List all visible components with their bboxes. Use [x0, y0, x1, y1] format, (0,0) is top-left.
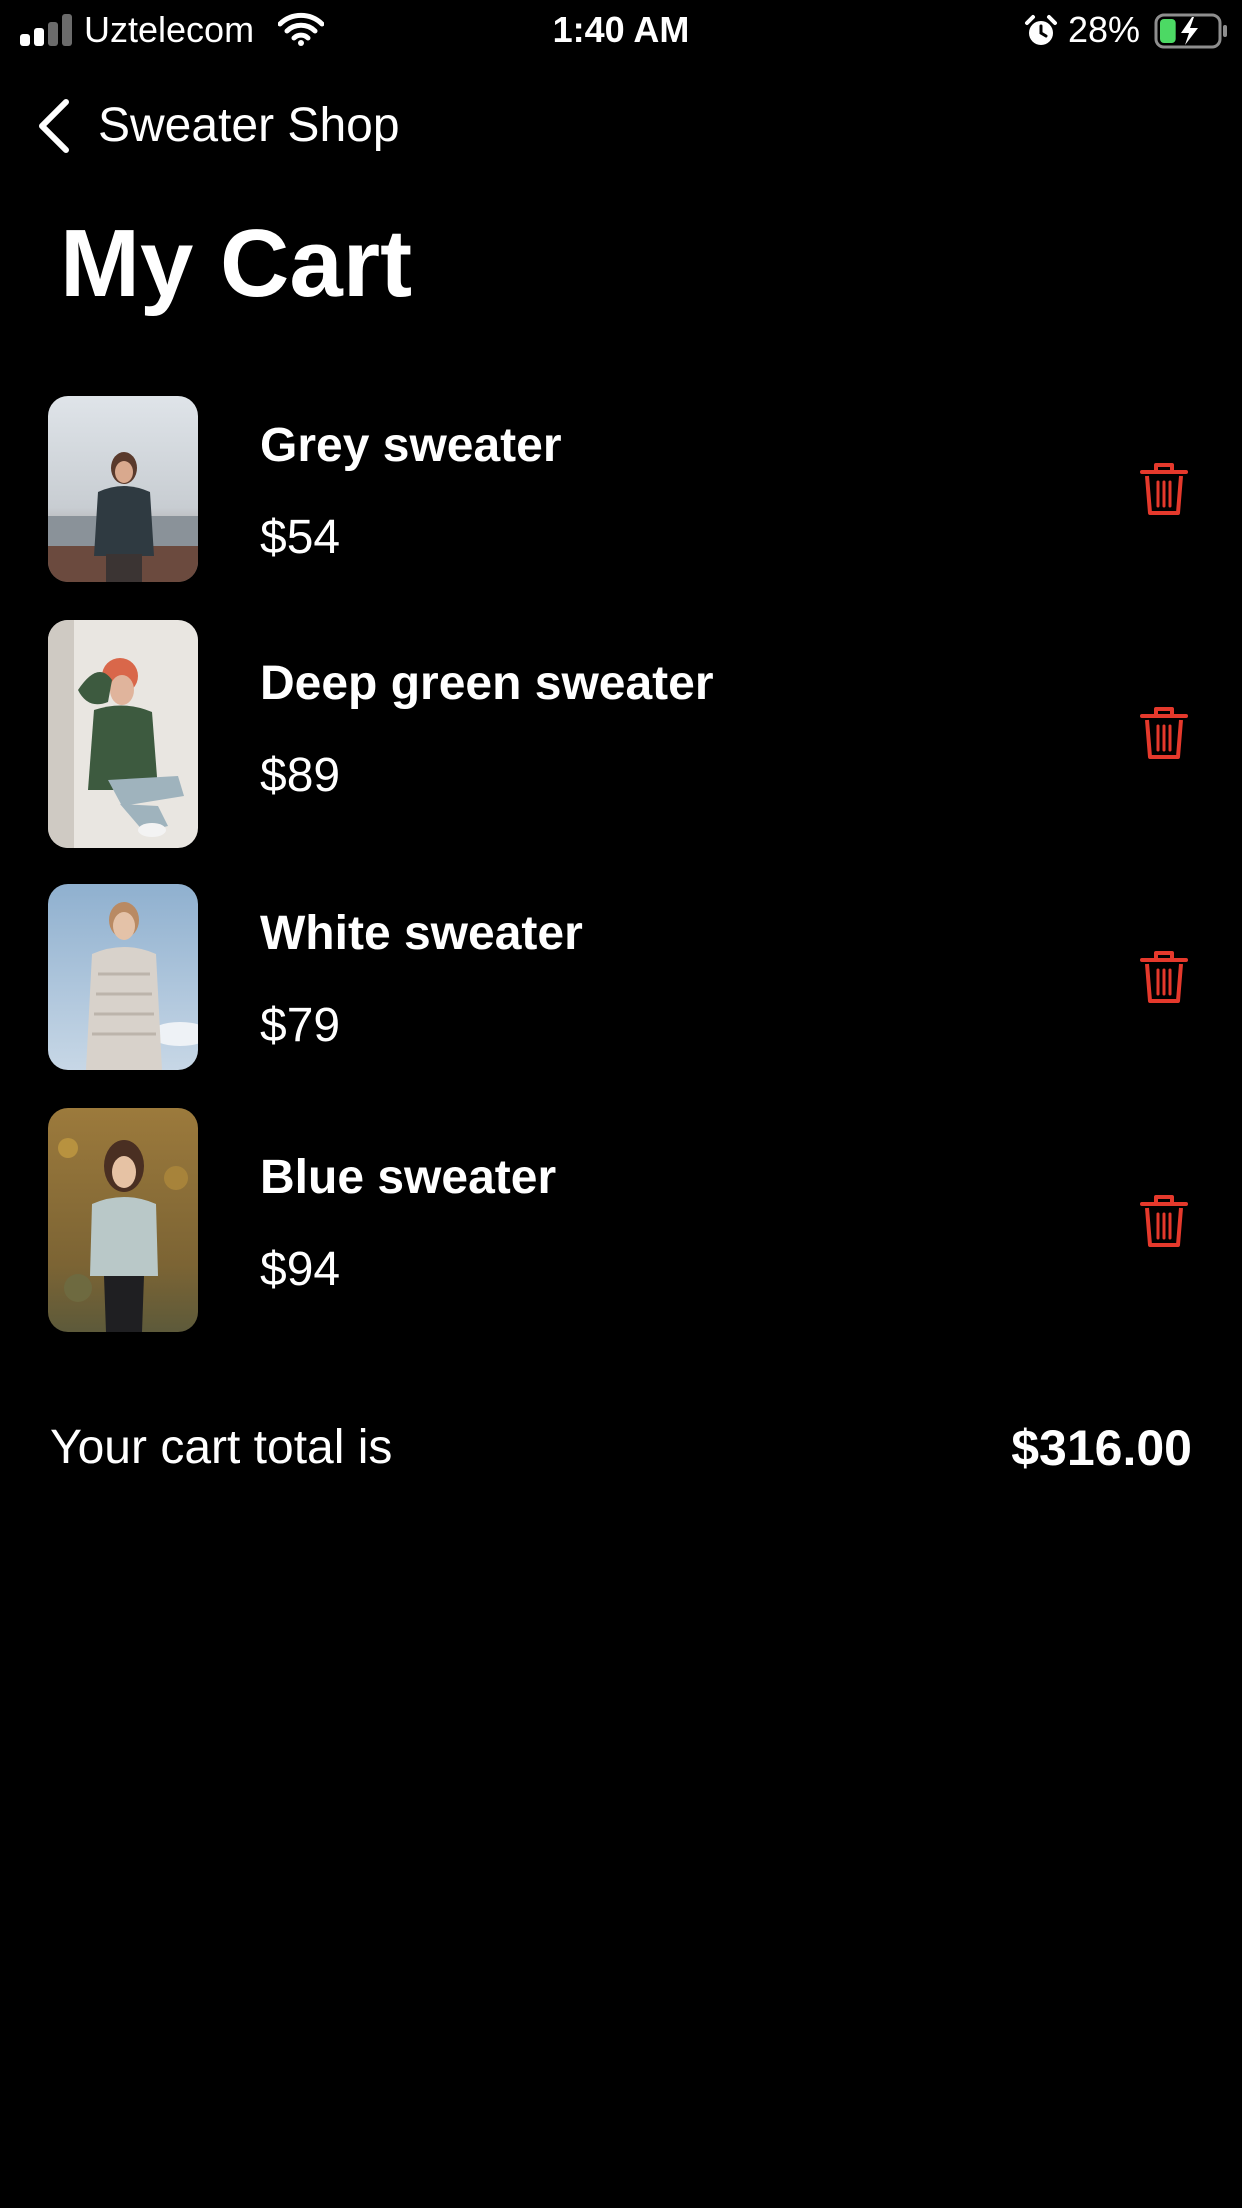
- page-title: My Cart: [60, 210, 413, 317]
- item-name: White sweater: [260, 907, 583, 960]
- cart-total-label: Your cart total is: [50, 1421, 393, 1474]
- cart-item[interactable]: Deep green sweater $89: [0, 620, 1242, 848]
- trash-icon[interactable]: [1138, 704, 1190, 762]
- trash-icon[interactable]: [1138, 1192, 1190, 1250]
- back-button[interactable]: Sweater Shop: [36, 96, 400, 156]
- cart-item[interactable]: White sweater $79: [0, 884, 1242, 1070]
- product-photo: [48, 884, 198, 1070]
- cart-item[interactable]: Blue sweater $94: [0, 1108, 1242, 1332]
- chevron-left-icon: [39, 99, 69, 153]
- trash-icon[interactable]: [1138, 948, 1190, 1006]
- battery-charging-icon: [1154, 13, 1227, 49]
- cart-item[interactable]: Grey sweater $54: [0, 396, 1242, 582]
- item-name: Blue sweater: [260, 1151, 557, 1204]
- status-bar: Uztelecom 1:40 AM 28%: [0, 0, 1242, 62]
- item-price: $94: [260, 1243, 341, 1296]
- battery-percentage: 28%: [1068, 9, 1141, 50]
- product-photo: [48, 620, 198, 848]
- alarm-icon: [1025, 15, 1057, 45]
- item-price: $79: [260, 999, 341, 1052]
- product-photo: [48, 396, 198, 582]
- item-name: Grey sweater: [260, 419, 562, 472]
- item-price: $54: [260, 511, 341, 564]
- product-photo: [48, 1108, 198, 1332]
- cart-total-value: $316.00: [1011, 1420, 1192, 1476]
- item-name: Deep green sweater: [260, 657, 714, 710]
- item-price: $89: [260, 749, 341, 802]
- trash-icon[interactable]: [1138, 460, 1190, 518]
- back-button-label: Sweater Shop: [98, 99, 400, 152]
